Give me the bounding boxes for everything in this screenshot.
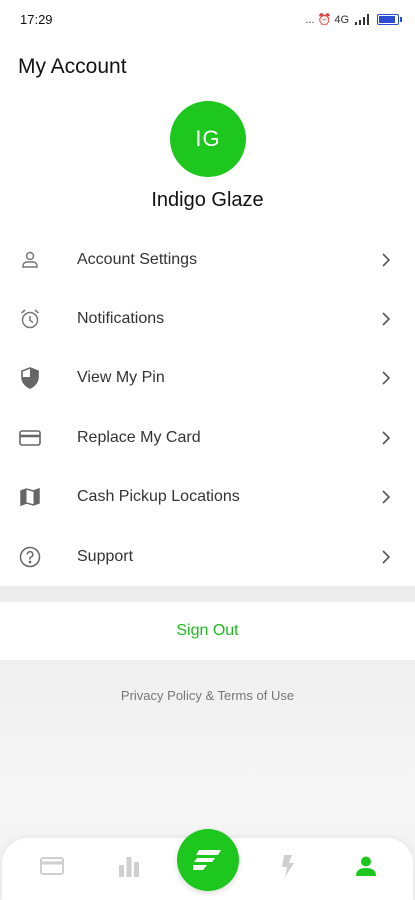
chevron-right-icon xyxy=(382,253,391,267)
menu-item-label: View My Pin xyxy=(77,369,165,387)
card-icon xyxy=(18,426,42,450)
menu-item-label: Notifications xyxy=(77,310,165,328)
help-circle-icon xyxy=(18,545,42,569)
menu-item-notifications[interactable]: Notifications xyxy=(0,289,415,348)
nav-profile[interactable] xyxy=(352,852,380,880)
battery-icon xyxy=(377,13,402,25)
user-name: Indigo Glaze xyxy=(151,189,264,211)
avatar: IG xyxy=(170,101,246,177)
menu-item-label: Replace My Card xyxy=(77,428,201,446)
nav-card[interactable] xyxy=(38,852,66,880)
sign-out-button[interactable]: Sign Out xyxy=(0,602,415,660)
brand-logo-icon xyxy=(193,850,221,870)
chevron-right-icon xyxy=(382,312,391,326)
chevron-right-icon xyxy=(382,490,391,504)
alarm-clock-icon xyxy=(18,307,42,331)
status-icons: ... ⏰ 4G xyxy=(305,13,402,26)
bar-chart-icon xyxy=(119,857,139,877)
person-icon xyxy=(18,248,42,272)
menu-item-label: Account Settings xyxy=(77,250,198,268)
card-icon xyxy=(40,857,64,875)
status-time: 17:29 xyxy=(20,11,53,27)
status-indicators: ... ⏰ 4G xyxy=(305,13,349,26)
menu-item-cash-pickup-locations[interactable]: Cash Pickup Locations xyxy=(0,468,415,527)
chevron-right-icon xyxy=(382,431,391,445)
status-bar: 17:29 ... ⏰ 4G xyxy=(0,0,415,38)
signal-icon xyxy=(355,13,369,25)
menu-item-view-my-pin[interactable]: View My Pin xyxy=(0,349,415,408)
menu-item-label: Support xyxy=(77,547,134,565)
chevron-right-icon xyxy=(382,371,391,386)
nav-stats[interactable] xyxy=(115,852,143,880)
home-logo-button[interactable] xyxy=(177,829,239,891)
section-divider xyxy=(0,586,415,602)
nav-boost[interactable] xyxy=(274,852,302,880)
chevron-right-icon xyxy=(382,550,391,564)
avatar-initials: IG xyxy=(195,126,221,151)
lightning-icon xyxy=(282,855,294,877)
shield-icon xyxy=(18,366,42,390)
page-title: My Account xyxy=(18,55,127,78)
menu-item-support[interactable]: Support xyxy=(0,527,415,586)
privacy-terms-link[interactable]: Privacy Policy & Terms of Use xyxy=(0,688,415,703)
menu-item-label: Cash Pickup Locations xyxy=(77,488,240,506)
map-icon xyxy=(18,485,42,509)
menu-item-account-settings[interactable]: Account Settings xyxy=(0,230,415,289)
menu-item-replace-my-card[interactable]: Replace My Card xyxy=(0,408,415,467)
account-menu: Account Settings Notifications View My P… xyxy=(0,230,415,586)
profile-icon xyxy=(356,856,376,876)
sign-out-label: Sign Out xyxy=(176,622,239,639)
